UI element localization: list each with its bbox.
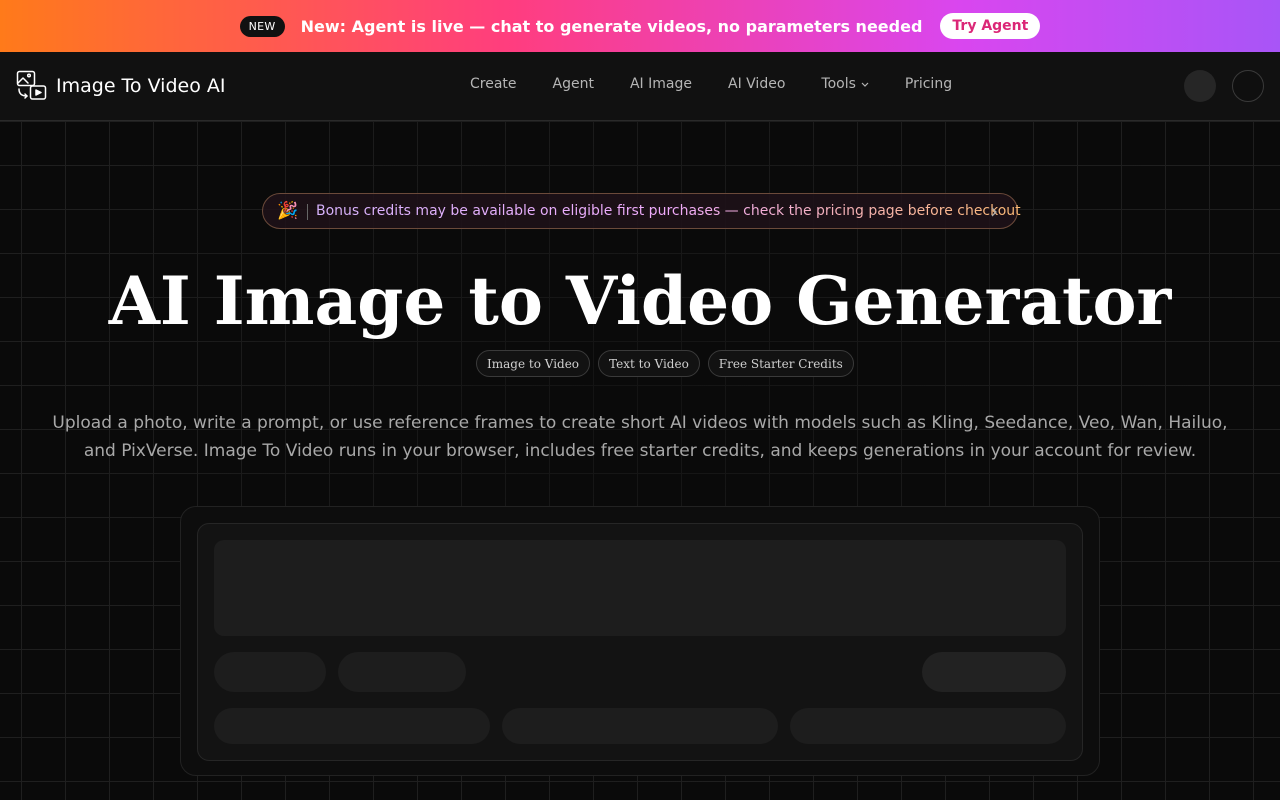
option-pill-2[interactable] [338,652,466,692]
nav-link-agent[interactable]: Agent [553,76,594,92]
nav-link-create[interactable]: Create [470,76,517,92]
theme-toggle-button[interactable] [1184,70,1216,102]
prompt-input-placeholder[interactable] [214,540,1066,636]
promo-pill[interactable]: 🎉 Bonus credits may be available on elig… [262,193,1021,229]
tag-image-to-video: Image to Video [476,350,591,377]
new-badge: NEW [239,15,285,37]
hero-description: Upload a photo, write a prompt, or use r… [52,413,1228,461]
chevron-down-icon [861,82,869,87]
nav-links: Create Agent AI Image AI Video Tools Pri… [470,76,952,92]
announcement-banner: NEW New: Agent is live — chat to generat… [0,0,1280,52]
nav-link-tools[interactable]: Tools [821,76,869,92]
try-agent-button[interactable]: Try Agent [940,13,1041,39]
nav-link-tools-label: Tools [821,76,856,92]
hero-section: 🎉 Bonus credits may be available on elig… [0,121,1280,800]
preset-button-3[interactable] [790,708,1066,744]
brand-name: Image To Video AI [56,74,226,97]
tag-free-starter-credits: Free Starter Credits [707,350,854,377]
nav-link-ai-video[interactable]: AI Video [728,76,785,92]
page-title: AI Image to Video Generator [108,262,1172,340]
option-pill-1[interactable] [214,652,326,692]
avatar[interactable] [1232,70,1264,102]
nav-link-pricing[interactable]: Pricing [905,76,952,92]
feature-tags: Image to Video Text to Video Free Starte… [476,350,854,377]
nav-link-ai-image[interactable]: AI Image [630,76,692,92]
party-popper-icon: 🎉 [277,201,299,221]
chevron-right-icon [991,207,997,217]
generator-panel-inner [197,523,1083,761]
announcement-text: New: Agent is live — chat to generate vi… [300,16,923,36]
preset-button-2[interactable] [502,708,778,744]
top-nav: Image To Video AI Create Agent AI Image … [0,52,1280,121]
tag-text-to-video: Text to Video [598,350,700,377]
promo-text: Bonus credits may be available on eligib… [316,203,1021,219]
promo-divider [307,204,308,220]
image-to-video-icon [16,70,47,100]
brand-logo[interactable]: Image To Video AI [16,70,225,101]
generator-panel [180,506,1100,776]
generate-button-placeholder[interactable] [922,652,1066,692]
preset-button-1[interactable] [214,708,490,744]
